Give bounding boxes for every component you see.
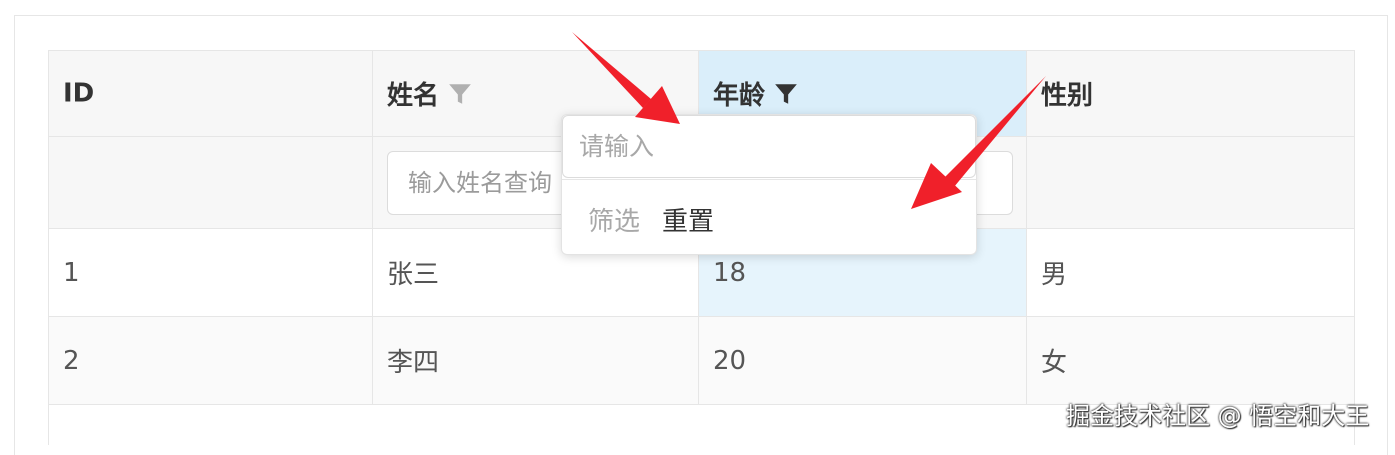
popover-filter-input[interactable] (562, 115, 976, 178)
cell-gender: 女 (1026, 316, 1355, 405)
column-header-age-label: 年龄 (713, 81, 766, 111)
column-header-gender: 性别 (1026, 50, 1355, 137)
filter-cell-gender (1026, 136, 1355, 229)
filter-cell-id (48, 136, 373, 229)
column-header-id: ID (48, 50, 373, 137)
column-header-id-label: ID (63, 78, 95, 109)
column-header-name-label: 姓名 (387, 81, 440, 111)
table-row: 2 李四 20 女 (48, 316, 1355, 405)
cell-gender: 男 (1026, 228, 1355, 317)
filter-icon[interactable] (447, 81, 473, 107)
watermark: 掘金技术社区 @ 悟空和大王 (1066, 402, 1370, 430)
reset-button[interactable]: 重置 (662, 201, 714, 238)
cell-id: 2 (48, 316, 373, 405)
cell-age: 20 (698, 316, 1027, 405)
filter-button[interactable]: 筛选 (588, 201, 640, 238)
cell-id: 1 (48, 228, 373, 317)
column-header-gender-label: 性别 (1041, 81, 1094, 111)
popover-divider (562, 179, 976, 180)
filter-icon-active[interactable] (773, 81, 799, 107)
popover-actions: 筛选 重置 (588, 199, 714, 239)
cell-name: 李四 (372, 316, 699, 405)
filter-popover: 筛选 重置 (561, 114, 977, 255)
